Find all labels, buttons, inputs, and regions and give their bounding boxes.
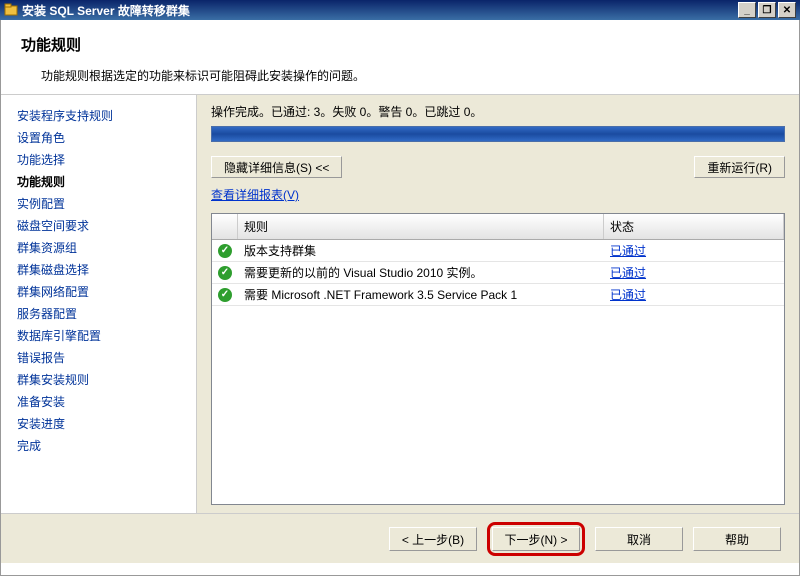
table-header-row: 规则 状态 — [212, 214, 784, 240]
window-buttons: _ ❐ ✕ — [738, 2, 796, 18]
status-cell: 已通过 — [604, 284, 784, 305]
page-header: 功能规则 功能规则根据选定的功能来标识可能阻碍此安装操作的问题。 — [1, 20, 799, 95]
operation-status: 操作完成。已通过: 3。失败 0。警告 0。已跳过 0。 — [211, 103, 785, 120]
sidebar-step[interactable]: 群集网络配置 — [17, 281, 196, 303]
hide-details-button[interactable]: 隐藏详细信息(S) << — [211, 156, 342, 178]
rule-cell: 需要 Microsoft .NET Framework 3.5 Service … — [238, 284, 604, 305]
step-sidebar: 安装程序支持规则设置角色功能选择功能规则实例配置磁盘空间要求群集资源组群集磁盘选… — [1, 95, 197, 513]
sidebar-step[interactable]: 群集资源组 — [17, 237, 196, 259]
table-header-status: 状态 — [604, 214, 784, 239]
action-row: 隐藏详细信息(S) << 重新运行(R) — [211, 156, 785, 178]
progress-bar — [211, 126, 785, 142]
sidebar-step[interactable]: 功能选择 — [17, 149, 196, 171]
status-icon-cell: ✓ — [212, 242, 238, 260]
window-title: 安装 SQL Server 故障转移群集 — [22, 2, 190, 19]
status-link[interactable]: 已通过 — [610, 244, 646, 258]
page-description: 功能规则根据选定的功能来标识可能阻碍此安装操作的问题。 — [21, 67, 779, 84]
table-header-rule: 规则 — [238, 214, 604, 239]
title-bar: 安装 SQL Server 故障转移群集 _ ❐ ✕ — [0, 0, 800, 20]
status-icon-cell: ✓ — [212, 264, 238, 282]
status-link[interactable]: 已通过 — [610, 266, 646, 280]
window-content: 功能规则 功能规则根据选定的功能来标识可能阻碍此安装操作的问题。 安装程序支持规… — [0, 20, 800, 576]
next-button[interactable]: 下一步(N) > — [492, 527, 580, 551]
back-button[interactable]: < 上一步(B) — [389, 527, 477, 551]
cancel-button[interactable]: 取消 — [595, 527, 683, 551]
sidebar-step[interactable]: 数据库引擎配置 — [17, 325, 196, 347]
status-cell: 已通过 — [604, 240, 784, 261]
check-icon: ✓ — [218, 266, 232, 280]
view-report-link[interactable]: 查看详细报表(V) — [211, 186, 785, 203]
rules-table: 规则 状态 ✓版本支持群集已通过✓需要更新的以前的 Visual Studio … — [211, 213, 785, 505]
sidebar-step[interactable]: 错误报告 — [17, 347, 196, 369]
table-row: ✓ 版本支持群集已通过 — [212, 240, 784, 262]
sidebar-step[interactable]: 完成 — [17, 435, 196, 457]
sidebar-step[interactable]: 设置角色 — [17, 127, 196, 149]
sidebar-step[interactable]: 服务器配置 — [17, 303, 196, 325]
check-icon: ✓ — [218, 288, 232, 302]
next-button-highlight: 下一步(N) > — [487, 522, 585, 556]
app-icon — [4, 3, 18, 17]
status-link[interactable]: 已通过 — [610, 288, 646, 302]
table-header-icon — [212, 214, 238, 239]
sidebar-step[interactable]: 群集磁盘选择 — [17, 259, 196, 281]
maximize-button[interactable]: ❐ — [758, 2, 776, 18]
table-row: ✓ 需要 Microsoft .NET Framework 3.5 Service… — [212, 284, 784, 306]
rule-cell: 需要更新的以前的 Visual Studio 2010 实例。 — [238, 262, 604, 283]
status-icon-cell: ✓ — [212, 286, 238, 304]
minimize-button[interactable]: _ — [738, 2, 756, 18]
rerun-button[interactable]: 重新运行(R) — [694, 156, 785, 178]
sidebar-step[interactable]: 安装程序支持规则 — [17, 105, 196, 127]
close-button[interactable]: ✕ — [778, 2, 796, 18]
sidebar-step[interactable]: 磁盘空间要求 — [17, 215, 196, 237]
sidebar-step[interactable]: 功能规则 — [17, 171, 196, 193]
main-area: 安装程序支持规则设置角色功能选择功能规则实例配置磁盘空间要求群集资源组群集磁盘选… — [1, 95, 799, 513]
sidebar-step[interactable]: 群集安装规则 — [17, 369, 196, 391]
rule-cell: 版本支持群集 — [238, 240, 604, 261]
status-cell: 已通过 — [604, 262, 784, 283]
right-pane: 操作完成。已通过: 3。失败 0。警告 0。已跳过 0。 隐藏详细信息(S) <… — [197, 95, 799, 513]
wizard-footer: < 上一步(B) 下一步(N) > 取消 帮助 — [1, 513, 799, 563]
page-title: 功能规则 — [21, 34, 779, 55]
help-button[interactable]: 帮助 — [693, 527, 781, 551]
sidebar-step[interactable]: 实例配置 — [17, 193, 196, 215]
sidebar-step[interactable]: 安装进度 — [17, 413, 196, 435]
sidebar-step[interactable]: 准备安装 — [17, 391, 196, 413]
table-row: ✓ 需要更新的以前的 Visual Studio 2010 实例。已通过 — [212, 262, 784, 284]
check-icon: ✓ — [218, 244, 232, 258]
